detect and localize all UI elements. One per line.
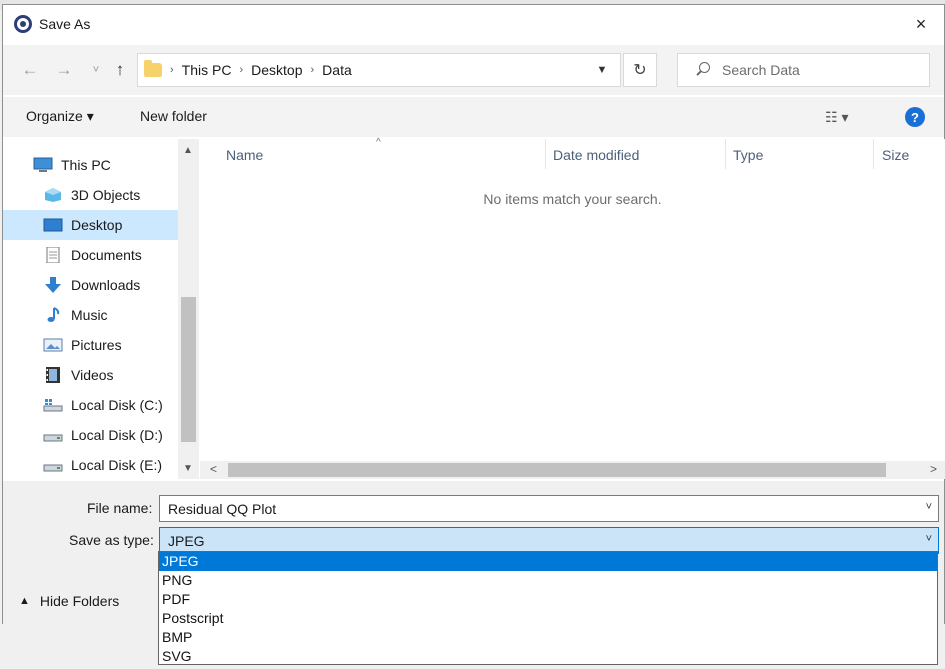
scroll-left-icon[interactable]: < [210,462,217,476]
picture-icon [43,338,63,352]
column-header-size[interactable]: Size [882,147,909,163]
column-divider[interactable] [873,139,874,169]
scroll-down-icon[interactable]: ▼ [183,463,193,474]
column-header-name[interactable]: Name [226,147,263,163]
chevron-down-icon[interactable]: ˅ [926,501,932,513]
scrollbar-thumb[interactable] [181,297,196,442]
drive-icon [43,434,63,442]
window-title: Save As [39,16,91,32]
sidebar-item-label: Pictures [71,337,122,353]
search-icon [692,59,714,81]
app-icon [14,15,32,33]
option-pdf[interactable]: PDF [159,590,937,609]
file-name-label: File name: [87,500,153,516]
up-button[interactable]: ↑ [107,57,133,83]
sort-ascending-icon: ^ [376,137,381,148]
save-type-value[interactable]: JPEG [168,533,205,549]
save-type-select[interactable]: JPEG ˅ [159,527,939,554]
video-icon [46,367,60,383]
save-type-label: Save as type: [69,532,154,548]
command-bar: Organize ▾ New folder ☷ ▾ ? [3,97,944,137]
sidebar-item-label: 3D Objects [71,187,141,203]
hide-folders-label: Hide Folders [39,593,120,609]
chevron-right-icon: › [170,64,174,76]
refresh-button[interactable]: ↻ [623,53,657,87]
sidebar-item-label: Local Disk (E:) [71,457,163,473]
search-input[interactable] [722,62,922,78]
navigation-bar: ← → ˅ ↑ › This PC › Desktop › Data ▼ ↻ [3,45,944,95]
sidebar-item-label: This PC [61,157,111,173]
close-button[interactable]: × [898,5,944,43]
file-name-field[interactable]: Residual QQ Plot ˅ [159,495,939,522]
breadcrumb-data[interactable]: Data [322,62,352,78]
forward-button[interactable]: → [51,57,77,83]
address-dropdown-icon[interactable]: ▼ [584,54,620,86]
new-folder-button[interactable]: New folder [140,108,207,124]
column-header-date-modified[interactable]: Date modified [553,147,639,163]
option-png[interactable]: PNG [159,571,937,590]
help-icon[interactable]: ? [905,107,925,127]
hide-folders-button[interactable]: ▲ Hide Folders [19,593,119,609]
save-as-dialog: Save As × ← → ˅ ↑ › This PC › Desktop › … [2,4,945,625]
empty-message: No items match your search. [483,191,662,207]
recent-locations-button[interactable]: ˅ [83,57,109,83]
scrollbar-thumb[interactable] [228,463,886,477]
back-button[interactable]: ← [17,57,43,83]
address-bar[interactable]: › This PC › Desktop › Data ▼ [137,53,621,87]
scroll-up-icon[interactable]: ▲ [183,145,193,156]
desktop-icon [43,218,63,232]
sidebar-item-label: Videos [71,367,114,383]
option-postscript[interactable]: Postscript [159,609,937,628]
sidebar-item-label: Local Disk (C:) [71,397,163,413]
sidebar-item-label: Downloads [71,277,141,293]
file-list-scrollbar[interactable]: < > [200,461,945,479]
drive-icon [43,464,63,472]
chevron-up-icon: ▲ [19,595,30,607]
sidebar-item-desktop[interactable]: Desktop [3,210,178,240]
file-name-value[interactable]: Residual QQ Plot [168,501,276,517]
breadcrumb-this-pc[interactable]: This PC [182,62,232,78]
chevron-down-icon[interactable]: ˅ [926,533,932,545]
option-bmp[interactable]: BMP [159,628,937,647]
sidebar-scrollbar[interactable]: ▲ ▼ [178,139,199,479]
folder-icon [144,60,162,77]
sidebar-item-label: Music [71,307,108,323]
scroll-right-icon[interactable]: > [930,462,937,476]
chevron-right-icon[interactable]: › [311,64,315,76]
breadcrumb-desktop[interactable]: Desktop [251,62,302,78]
cube-icon [45,188,61,202]
chevron-right-icon[interactable]: › [239,64,243,76]
sidebar-item-label: Desktop [71,217,123,233]
search-box[interactable] [677,53,930,87]
navigation-pane: This PC 3D Objects Desktop Documents Dow… [3,139,199,479]
computer-icon [33,157,53,172]
download-icon [45,277,61,293]
document-icon [46,247,60,263]
column-divider[interactable] [545,139,546,169]
option-svg[interactable]: SVG [159,647,937,666]
organize-button[interactable]: Organize ▾ [26,108,94,125]
drive-icon [43,399,63,412]
column-divider[interactable] [725,139,726,169]
file-list: ^ Name Date modified Type Size No items … [200,137,945,479]
column-header-type[interactable]: Type [733,147,763,163]
music-icon [47,307,60,322]
sidebar-item-label: Local Disk (D:) [71,427,163,443]
title-bar: Save As × [3,5,944,43]
sidebar-item-label: Documents [71,247,142,263]
option-jpeg[interactable]: JPEG [159,552,937,571]
change-view-button[interactable]: ☷ ▾ [825,107,871,127]
save-type-dropdown-list: JPEG PNG PDF Postscript BMP SVG [158,551,938,665]
